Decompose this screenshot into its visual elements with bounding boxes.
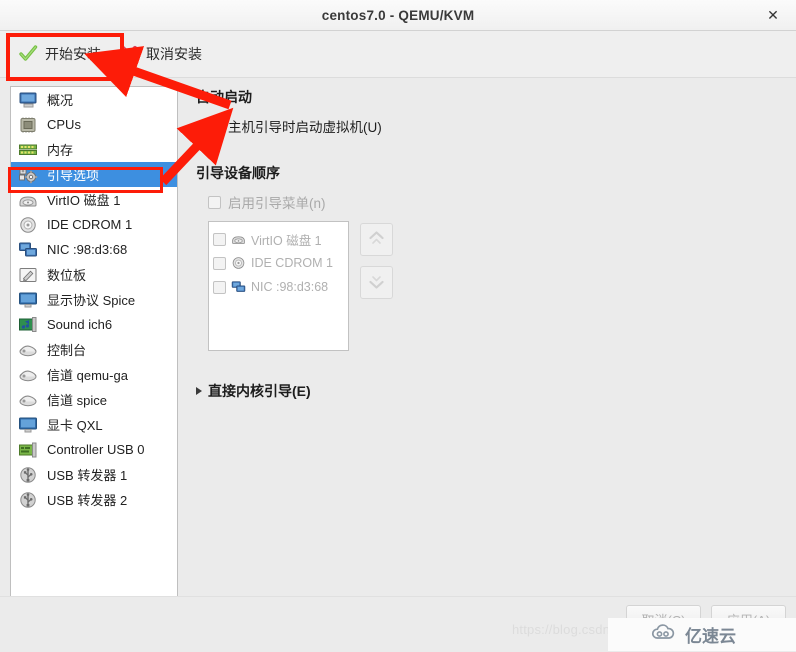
autostart-checkbox-row[interactable]: 主机引导时启动虚拟机(U) (208, 116, 776, 136)
enable-bootmenu-label: 启用引导菜单(n) (228, 196, 326, 211)
boot-device-label: NIC :98:d3:68 (251, 280, 329, 294)
enable-bootmenu-checkbox[interactable] (208, 195, 221, 209)
boot-device-label: IDE CDROM 1 (251, 256, 333, 270)
hardware-item[interactable]: 概况 (11, 87, 177, 112)
tablet-pen-icon (17, 265, 39, 285)
boot-device-checkbox[interactable] (213, 232, 226, 246)
harddisk-icon (17, 190, 39, 210)
channel-icon (17, 365, 39, 385)
hardware-item-label: 信道 qemu-ga (47, 368, 128, 383)
hardware-item-label: 控制台 (47, 343, 87, 358)
direct-kernel-boot-label: 直接内核引导(E) (208, 383, 311, 399)
cancel-install-label: 取消安装 (146, 46, 202, 62)
boot-options-panel: 自动启动 主机引导时启动虚拟机(U) 引导设备顺序 启用引导菜单(n) Virt… (196, 87, 776, 401)
boot-device-list[interactable]: VirtIO 磁盘 1 IDE CDROM 1 NIC :98:d3:68 (208, 221, 349, 351)
red-x-icon (119, 44, 139, 64)
hardware-item-label: 信道 spice (47, 393, 107, 408)
hardware-sidebar-wrap: 概况 CPUs 内存引导选项 VirtIO 磁盘 1 IDE CDROM 1 NIC :9… (10, 86, 178, 598)
boot-order-arrows (360, 221, 393, 351)
hardware-item[interactable]: Controller USB 0 (11, 437, 177, 462)
boot-order-area: VirtIO 磁盘 1 IDE CDROM 1 NIC :98:d3:68 (208, 221, 776, 351)
harddisk-icon (231, 232, 246, 246)
boot-device-checkbox[interactable] (213, 280, 226, 294)
close-icon[interactable]: ✕ (759, 0, 787, 31)
chevron-up-icon (367, 229, 386, 251)
usb-icon (17, 465, 39, 485)
video-card-icon (17, 415, 39, 435)
hardware-item-label: 内存 (47, 143, 74, 158)
boot-device-checkbox[interactable] (213, 256, 226, 270)
boot-device-row[interactable]: VirtIO 磁盘 1 (213, 227, 344, 251)
cpu-chip-icon (17, 115, 39, 135)
window-title: centos7.0 - QEMU/KVM (321, 7, 475, 23)
boot-device-row[interactable]: IDE CDROM 1 (213, 251, 344, 275)
green-check-icon (18, 44, 38, 64)
console-icon (17, 340, 39, 360)
hardware-item-label: VirtIO 磁盘 1 (47, 193, 121, 208)
chevron-right-icon (196, 387, 202, 395)
hardware-item-label: 显卡 QXL (47, 418, 103, 433)
main-body: 概况 CPUs 内存引导选项 VirtIO 磁盘 1 IDE CDROM 1 NIC :9… (0, 79, 796, 636)
hardware-item[interactable]: USB 转发器 2 (11, 487, 177, 512)
usb-icon (17, 490, 39, 510)
hardware-item[interactable]: 信道 spice (11, 387, 177, 412)
cdrom-icon (17, 215, 39, 235)
cloud-logo-icon (650, 623, 678, 646)
hardware-item[interactable]: 信道 qemu-ga (11, 362, 177, 387)
network-icon (231, 280, 246, 294)
boot-device-row[interactable]: NIC :98:d3:68 (213, 275, 344, 299)
sound-card-icon (17, 315, 39, 335)
hardware-item-label: Sound ich6 (47, 317, 113, 332)
begin-install-label: 开始安装 (45, 46, 101, 62)
network-icon (17, 240, 39, 260)
hardware-item[interactable]: 引导选项 (11, 162, 177, 187)
boot-device-label: VirtIO 磁盘 1 (251, 233, 322, 248)
hardware-item[interactable]: 显示协议 Spice (11, 287, 177, 312)
chevron-down-icon (367, 272, 386, 294)
hardware-item-label: 引导选项 (47, 168, 100, 183)
move-up-button[interactable] (360, 223, 393, 256)
hardware-item-label: USB 转发器 1 (47, 468, 128, 483)
cancel-install-button[interactable]: 取消安装 (115, 40, 212, 68)
hardware-item[interactable]: CPUs (11, 112, 177, 137)
hardware-item[interactable]: 显卡 QXL (11, 412, 177, 437)
controller-card-icon (17, 440, 39, 460)
hardware-item[interactable]: 内存 (11, 137, 177, 162)
watermark-logo: 亿速云 (608, 618, 796, 651)
hardware-item-label: 数位板 (47, 268, 87, 283)
gears-icon (17, 165, 39, 185)
bootorder-heading: 引导设备顺序 (196, 165, 280, 181)
memory-icon (17, 140, 39, 160)
autostart-checkbox-label: 主机引导时启动虚拟机(U) (228, 120, 382, 135)
hardware-item-label: 概况 (47, 93, 74, 108)
hardware-item[interactable]: USB 转发器 1 (11, 462, 177, 487)
hardware-item[interactable]: NIC :98:d3:68 (11, 237, 177, 262)
hardware-item-label: USB 转发器 2 (47, 493, 128, 508)
begin-install-button[interactable]: 开始安装 (14, 40, 111, 68)
move-down-button[interactable] (360, 266, 393, 299)
autostart-checkbox[interactable] (208, 119, 221, 133)
hardware-item[interactable]: 数位板 (11, 262, 177, 287)
direct-kernel-boot-expander[interactable]: 直接内核引导(E) (196, 381, 776, 401)
hardware-item[interactable]: IDE CDROM 1 (11, 212, 177, 237)
toolbar: 开始安装 取消安装 (0, 31, 796, 78)
hardware-item-label: NIC :98:d3:68 (47, 242, 128, 257)
window-titlebar: centos7.0 - QEMU/KVM ✕ (0, 0, 796, 31)
hardware-item-label: CPUs (47, 117, 81, 132)
autostart-heading: 自动启动 (196, 89, 252, 105)
hardware-item[interactable]: Sound ich6 (11, 312, 177, 337)
cdrom-icon (231, 256, 246, 270)
watermark-logo-text: 亿速云 (685, 627, 736, 646)
enable-bootmenu-row[interactable]: 启用引导菜单(n) (208, 192, 776, 212)
hardware-item[interactable]: 控制台 (11, 337, 177, 362)
hardware-item-label: 显示协议 Spice (47, 293, 136, 308)
hardware-list[interactable]: 概况 CPUs 内存引导选项 VirtIO 磁盘 1 IDE CDROM 1 NIC :9… (10, 86, 178, 598)
display-icon (17, 290, 39, 310)
hardware-item-label: Controller USB 0 (47, 442, 145, 457)
channel-icon (17, 390, 39, 410)
monitor-icon (17, 90, 39, 110)
hardware-item-label: IDE CDROM 1 (47, 217, 133, 232)
hardware-item[interactable]: VirtIO 磁盘 1 (11, 187, 177, 212)
